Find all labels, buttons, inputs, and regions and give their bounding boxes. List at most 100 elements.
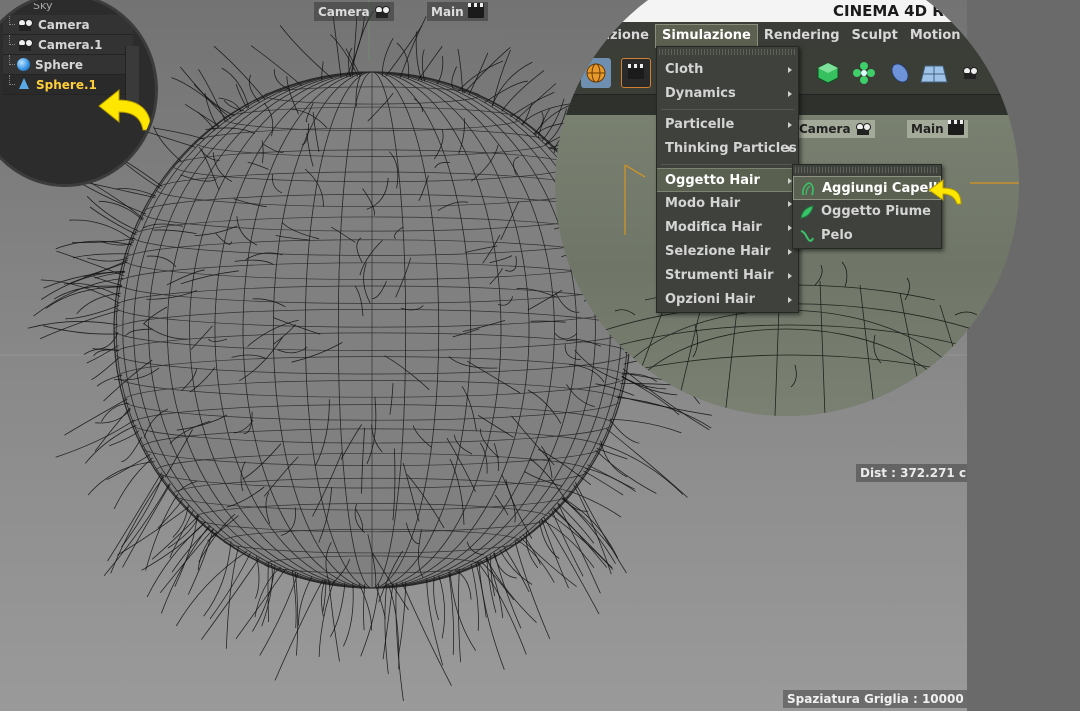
hair-strand bbox=[503, 546, 530, 593]
menu-bar: nazione Simulazione Rendering Sculpt Mot… bbox=[555, 22, 1019, 49]
submenu-arrow-icon bbox=[788, 122, 792, 128]
grid-spacing-readout: Spaziatura Griglia : 10000 cm bbox=[783, 690, 992, 708]
camera-icon bbox=[374, 5, 390, 18]
camera-label-text: Camera bbox=[799, 122, 851, 136]
hair-strand bbox=[235, 568, 286, 640]
hair-strand bbox=[415, 31, 423, 82]
distance-readout: Dist : 372.271 cm bbox=[856, 464, 983, 482]
hair-strand bbox=[609, 419, 640, 444]
menu-item-label: Dynamics bbox=[665, 86, 736, 101]
clapboard-button[interactable] bbox=[621, 58, 651, 88]
hair-strand bbox=[515, 538, 555, 583]
menu-separator bbox=[661, 164, 794, 165]
tree-line bbox=[9, 55, 15, 65]
list-item[interactable]: Sky bbox=[3, 3, 133, 15]
menu-item-modo-hair[interactable]: Modo Hair bbox=[657, 192, 798, 216]
hair-strand bbox=[458, 60, 504, 92]
list-item-camera[interactable]: Camera bbox=[3, 15, 133, 35]
menu-item-thinking-particles[interactable]: Thinking Particles bbox=[657, 137, 798, 161]
hair-strand bbox=[184, 103, 221, 127]
menu-item-opzioni-hair[interactable]: Opzioni Hair bbox=[657, 288, 798, 312]
clapboard-icon bbox=[628, 64, 644, 79]
hair-strand bbox=[397, 581, 407, 657]
menu-item-label: Modifica Hair bbox=[665, 220, 762, 235]
hair-strand bbox=[298, 576, 313, 626]
zoomed-camera-label[interactable]: Camera bbox=[795, 120, 875, 138]
list-item-sphere[interactable]: Sphere bbox=[3, 55, 133, 75]
hair-strand bbox=[328, 580, 340, 662]
camera-button[interactable] bbox=[955, 58, 985, 88]
oggetto-hair-submenu: Aggiungi Capelli Oggetto Piume Pelo bbox=[792, 164, 942, 249]
viewport-main-label: Main bbox=[431, 4, 464, 19]
globe-button[interactable] bbox=[581, 58, 611, 88]
menu-item-label: Selezione Hair bbox=[665, 244, 771, 259]
hair-strand bbox=[609, 418, 682, 434]
object-label-sky: Sky bbox=[33, 3, 53, 12]
menu-animazione[interactable]: nazione bbox=[555, 28, 655, 43]
submenu-arrow-icon bbox=[788, 91, 792, 97]
hair-strand bbox=[72, 253, 130, 259]
hair-strand bbox=[279, 24, 334, 80]
plane-button[interactable] bbox=[919, 58, 949, 88]
hair-strand bbox=[470, 563, 479, 631]
hair-strand bbox=[486, 556, 497, 613]
hair-strand bbox=[562, 497, 619, 559]
menu-grip[interactable] bbox=[659, 49, 796, 55]
menu-item-label: Oggetto Piume bbox=[821, 204, 931, 219]
menu-sculpt[interactable]: Sculpt bbox=[846, 28, 904, 43]
app-title: CINEMA 4D R1 bbox=[833, 2, 955, 20]
viewport-main-menu[interactable]: Main bbox=[427, 2, 488, 21]
list-item-camera-1[interactable]: Camera.1 bbox=[3, 35, 133, 55]
menu-grip[interactable] bbox=[795, 167, 939, 173]
menu-item-strumenti-hair[interactable]: Strumenti Hair bbox=[657, 264, 798, 288]
object-label-selected: Sphere.1 bbox=[36, 77, 97, 92]
menu-rendering[interactable]: Rendering bbox=[758, 28, 846, 43]
menu-item-modifica-hair[interactable]: Modifica Hair bbox=[657, 216, 798, 240]
hair-strand bbox=[525, 531, 539, 569]
menu-item-particelle[interactable]: Particelle bbox=[657, 113, 798, 137]
menu-item-label: Strumenti Hair bbox=[665, 268, 774, 283]
menu-item-pelo[interactable]: Pelo bbox=[793, 224, 941, 248]
hair-strand bbox=[455, 569, 472, 600]
hair-strand bbox=[27, 321, 119, 329]
tree-line bbox=[9, 35, 15, 45]
hair-strand bbox=[330, 34, 359, 77]
hair-strand bbox=[583, 470, 624, 496]
capsule-button[interactable] bbox=[885, 58, 915, 88]
hair-strand bbox=[171, 526, 212, 573]
cube-button[interactable] bbox=[813, 58, 843, 88]
menu-item-dynamics[interactable]: Dynamics bbox=[657, 82, 798, 106]
menu-item-selezione-hair[interactable]: Selezione Hair bbox=[657, 240, 798, 264]
menu-item-aggiungi-capelli[interactable]: Aggiungi Capelli bbox=[793, 176, 942, 200]
menu-item-cloth[interactable]: Cloth bbox=[657, 58, 798, 82]
hair-strand bbox=[468, 52, 489, 96]
particle-button[interactable] bbox=[849, 58, 879, 88]
hair-strand bbox=[201, 557, 260, 640]
add-hair-icon bbox=[802, 182, 814, 196]
hair-strand bbox=[541, 518, 569, 589]
menu-motion-tracker[interactable]: Motion Tracke bbox=[904, 28, 1019, 43]
menu-zoom: CINEMA 4D R1 nazione Simulazione Renderi… bbox=[555, 0, 1019, 416]
camera-icon bbox=[962, 67, 978, 79]
hair-strand bbox=[384, 583, 389, 675]
menu-item-oggetto-hair[interactable]: Oggetto Hair bbox=[657, 168, 798, 192]
hair-strand bbox=[318, 580, 335, 658]
hair-strand bbox=[387, 583, 400, 670]
sphere-icon bbox=[17, 58, 30, 71]
menu-item-label: Particelle bbox=[665, 117, 735, 132]
hair-strand bbox=[65, 304, 120, 320]
zoomed-main-label[interactable]: Main bbox=[907, 120, 968, 138]
hair-strand bbox=[40, 270, 125, 300]
grid-plane-icon bbox=[920, 65, 948, 83]
menu-simulazione[interactable]: Simulazione bbox=[655, 23, 758, 48]
viewport-camera-menu[interactable]: Camera bbox=[314, 2, 394, 21]
hair-strand bbox=[95, 408, 131, 424]
hair-strand bbox=[87, 461, 155, 496]
hair-strand bbox=[540, 519, 595, 568]
object-label: Camera.1 bbox=[38, 37, 103, 52]
hair-strand bbox=[557, 503, 601, 594]
hair-strand bbox=[343, 583, 354, 647]
menu-item-oggetto-piume[interactable]: Oggetto Piume bbox=[793, 200, 941, 224]
hair-strand bbox=[213, 45, 266, 100]
hair-strand bbox=[574, 482, 627, 574]
